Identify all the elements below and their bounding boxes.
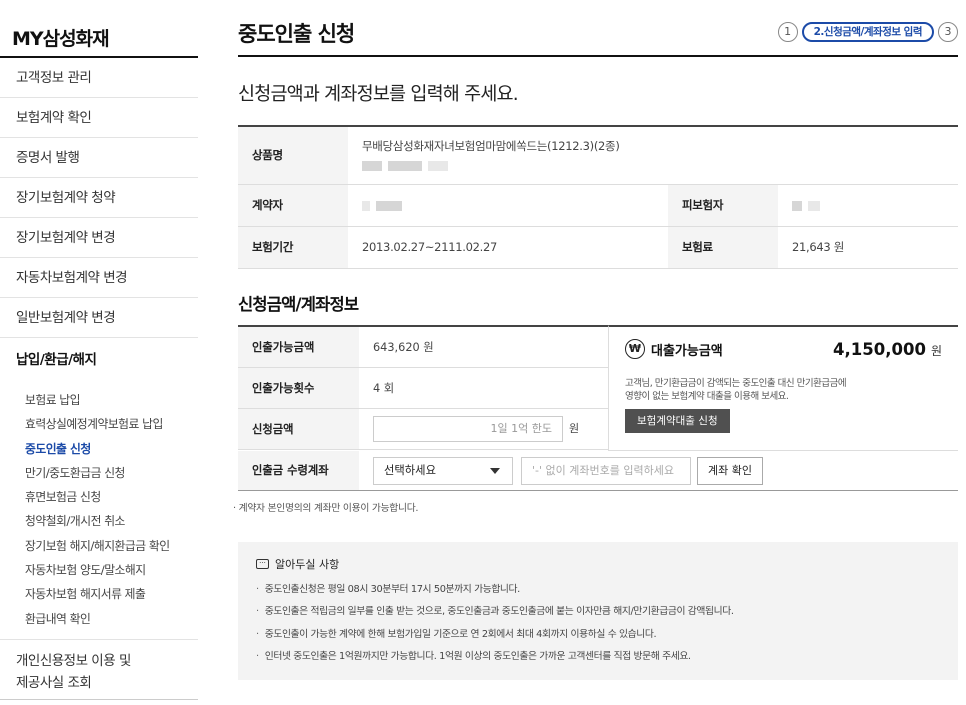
sidebar-item-customer-info[interactable]: 고객정보 관리	[0, 58, 198, 98]
notice-box: ··· 알아두실 사항 중도인출신청은 평일 08시 30분부터 17시 50분…	[238, 542, 958, 680]
insured-masked	[778, 184, 958, 227]
page-title: 중도인출 신청	[238, 22, 355, 46]
loan-label-group: ₩ 대출가능금액	[625, 339, 723, 359]
loan-value: 4,150,000	[833, 339, 926, 359]
loan-description: 고객님, 만기환급금이 감액되는 중도인출 대신 만기환급금에 영향이 없는 보…	[625, 377, 942, 403]
table-row: 신청금액 1일 1억 한도 원	[238, 408, 608, 450]
application-form-table: 인출가능금액 643,620 원 인출가능횟수 4 회 신청금액 1일 1억 한…	[238, 325, 608, 450]
loan-apply-button[interactable]: 보험계약대출 신청	[625, 409, 730, 433]
request-amount-label: 신청금액	[238, 408, 359, 450]
bank-select[interactable]: 선택하세요	[373, 456, 513, 485]
product-value: 무배당삼성화재자녀보험엄마맘에쏙드는(1212.3)(2종)	[362, 138, 620, 153]
account-label: 인출금 수령계좌	[238, 451, 359, 490]
period-value: 2013.02.27~2111.02.27	[348, 226, 668, 269]
table-row: 인출가능횟수 4 회	[238, 367, 608, 409]
sidebar-menu: 고객정보 관리 보험계약 확인 증명서 발행 장기보험계약 청약 장기보험계약 …	[0, 58, 198, 700]
sidebar-item-long-term-apply[interactable]: 장기보험계약 청약	[0, 178, 198, 218]
available-amount-label: 인출가능금액	[238, 326, 359, 368]
account-check-button[interactable]: 계좌 확인	[697, 456, 763, 485]
subheading: 신청금액과 계좌정보를 입력해 주세요.	[238, 84, 519, 105]
holder-masked	[348, 184, 668, 227]
loan-panel: ₩ 대출가능금액 4,150,000 원 고객님, 만기환급금이 감액되는 중도인…	[608, 325, 958, 451]
sidebar-item-long-term-change[interactable]: 장기보험계약 변경	[0, 218, 198, 258]
section-title: 신청금액/계좌정보	[238, 295, 359, 314]
speech-bubble-icon: ···	[256, 559, 269, 569]
contract-info-table: 상품명 무배당삼성화재자녀보험엄마맘에쏙드는(1212.3)(2종) 계약자 피…	[238, 125, 958, 269]
available-amount-value: 643,620 원	[359, 326, 608, 368]
step-indicator: 1 2.신청금액/계좌정보 입력 3	[777, 22, 958, 42]
loan-amount: 4,150,000 원	[833, 340, 942, 359]
sidebar-item-credit-info[interactable]: 개인신용정보 이용 및 제공사실 조회	[0, 640, 198, 700]
submenu-item-lapse-payment[interactable]: 효력상실예정계약보험료 납입	[25, 412, 198, 436]
sidebar-item-auto-change[interactable]: 자동차보험계약 변경	[0, 258, 198, 298]
available-count-value: 4 회	[359, 367, 608, 409]
submenu-item-partial-withdrawal[interactable]: 중도인출 신청	[25, 437, 198, 461]
loan-label: 대출가능금액	[651, 343, 723, 359]
step-1: 1	[777, 22, 798, 42]
notice-item: 인터넷 중도인출은 1억원까지만 가능합니다. 1억원 이상의 중도인출은 가까…	[256, 648, 940, 662]
submenu-item-premium-payment[interactable]: 보험료 납입	[25, 388, 198, 412]
loan-desc-line1: 고객님, 만기환급금이 감액되는 중도인출 대신 만기환급금에	[625, 378, 847, 389]
notice-title-row: ··· 알아두실 사항	[256, 556, 940, 572]
submenu-item-refund-history[interactable]: 환급내역 확인	[25, 607, 198, 631]
bank-select-value: 선택하세요	[384, 463, 436, 477]
step-3: 3	[938, 22, 958, 42]
product-cell: 무배당삼성화재자녀보험엄마맘에쏙드는(1212.3)(2종)	[348, 126, 958, 185]
loan-header: ₩ 대출가능금액 4,150,000 원	[625, 339, 942, 359]
holder-label: 계약자	[238, 184, 348, 227]
table-row: 보험기간 2013.02.27~2111.02.27 보험료 21,643 원	[238, 226, 958, 269]
sidebar-submenu: 보험료 납입 효력상실예정계약보험료 납입 중도인출 신청 만기/중도환급금 신…	[0, 382, 198, 640]
available-count-label: 인출가능횟수	[238, 367, 359, 409]
credit-info-line1: 개인신용정보 이용 및	[16, 652, 131, 669]
sidebar-item-payment-refund[interactable]: 납입/환급/해지	[0, 338, 198, 382]
account-number-input[interactable]: '-' 없이 계좌번호를 입력하세요	[521, 456, 691, 485]
notice-item: 중도인출이 가능한 계약에 한해 보험가입일 기준으로 연 2회에서 최대 4회…	[256, 626, 940, 640]
sidebar-item-contract-check[interactable]: 보험계약 확인	[0, 98, 198, 138]
submenu-item-dormant[interactable]: 휴면보험금 신청	[25, 485, 198, 509]
request-amount-cell: 1일 1억 한도 원	[359, 408, 608, 450]
account-note: · 계약자 본인명의의 계좌만 이용이 가능합니다.	[233, 503, 419, 514]
product-masked	[362, 159, 944, 173]
table-row: 상품명 무배당삼성화재자녀보험엄마맘에쏙드는(1212.3)(2종)	[238, 126, 958, 185]
dropdown-arrow-icon	[490, 467, 500, 474]
notice-item: 중도인출은 적립금의 일부를 인출 받는 것으로, 중도인출금과 중도인출금에 …	[256, 603, 940, 617]
won-icon: ₩	[625, 339, 645, 359]
notice-item: 중도인출신청은 평일 08시 30분부터 17시 50분까지 가능합니다.	[256, 581, 940, 595]
period-label: 보험기간	[238, 226, 348, 269]
insured-label: 피보험자	[668, 184, 778, 227]
premium-value: 21,643 원	[778, 226, 958, 269]
product-label: 상품명	[238, 126, 348, 185]
sidebar-title[interactable]: MY삼성화재	[12, 24, 110, 51]
step-2-active: 2.신청금액/계좌정보 입력	[801, 22, 934, 42]
loan-unit: 원	[930, 343, 942, 358]
sidebar-item-certificate[interactable]: 증명서 발행	[0, 138, 198, 178]
loan-desc-line2: 영향이 없는 보험계약 대출을 이용해 보세요.	[625, 391, 789, 402]
submenu-item-maturity-refund[interactable]: 만기/중도환급금 신청	[25, 461, 198, 485]
credit-info-line2: 제공사실 조회	[16, 674, 92, 691]
sidebar-item-general-change[interactable]: 일반보험계약 변경	[0, 298, 198, 338]
account-row: 인출금 수령계좌 선택하세요 '-' 없이 계좌번호를 입력하세요 계좌 확인	[238, 451, 958, 491]
table-row: 인출가능금액 643,620 원	[238, 326, 608, 368]
request-amount-input[interactable]: 1일 1억 한도	[373, 415, 563, 442]
submenu-item-long-term-cancel[interactable]: 장기보험 해지/해지환급금 확인	[25, 534, 198, 558]
notice-title: 알아두실 사항	[275, 558, 340, 571]
submenu-item-withdraw-cancel[interactable]: 청약철회/개시전 취소	[25, 509, 198, 533]
table-row: 계약자 피보험자	[238, 184, 958, 227]
submenu-item-auto-transfer[interactable]: 자동차보험 양도/말소해지	[25, 558, 198, 582]
premium-label: 보험료	[668, 226, 778, 269]
request-amount-unit: 원	[569, 421, 580, 435]
submenu-item-auto-docs[interactable]: 자동차보험 해지서류 제출	[25, 582, 198, 606]
title-divider	[238, 55, 958, 57]
